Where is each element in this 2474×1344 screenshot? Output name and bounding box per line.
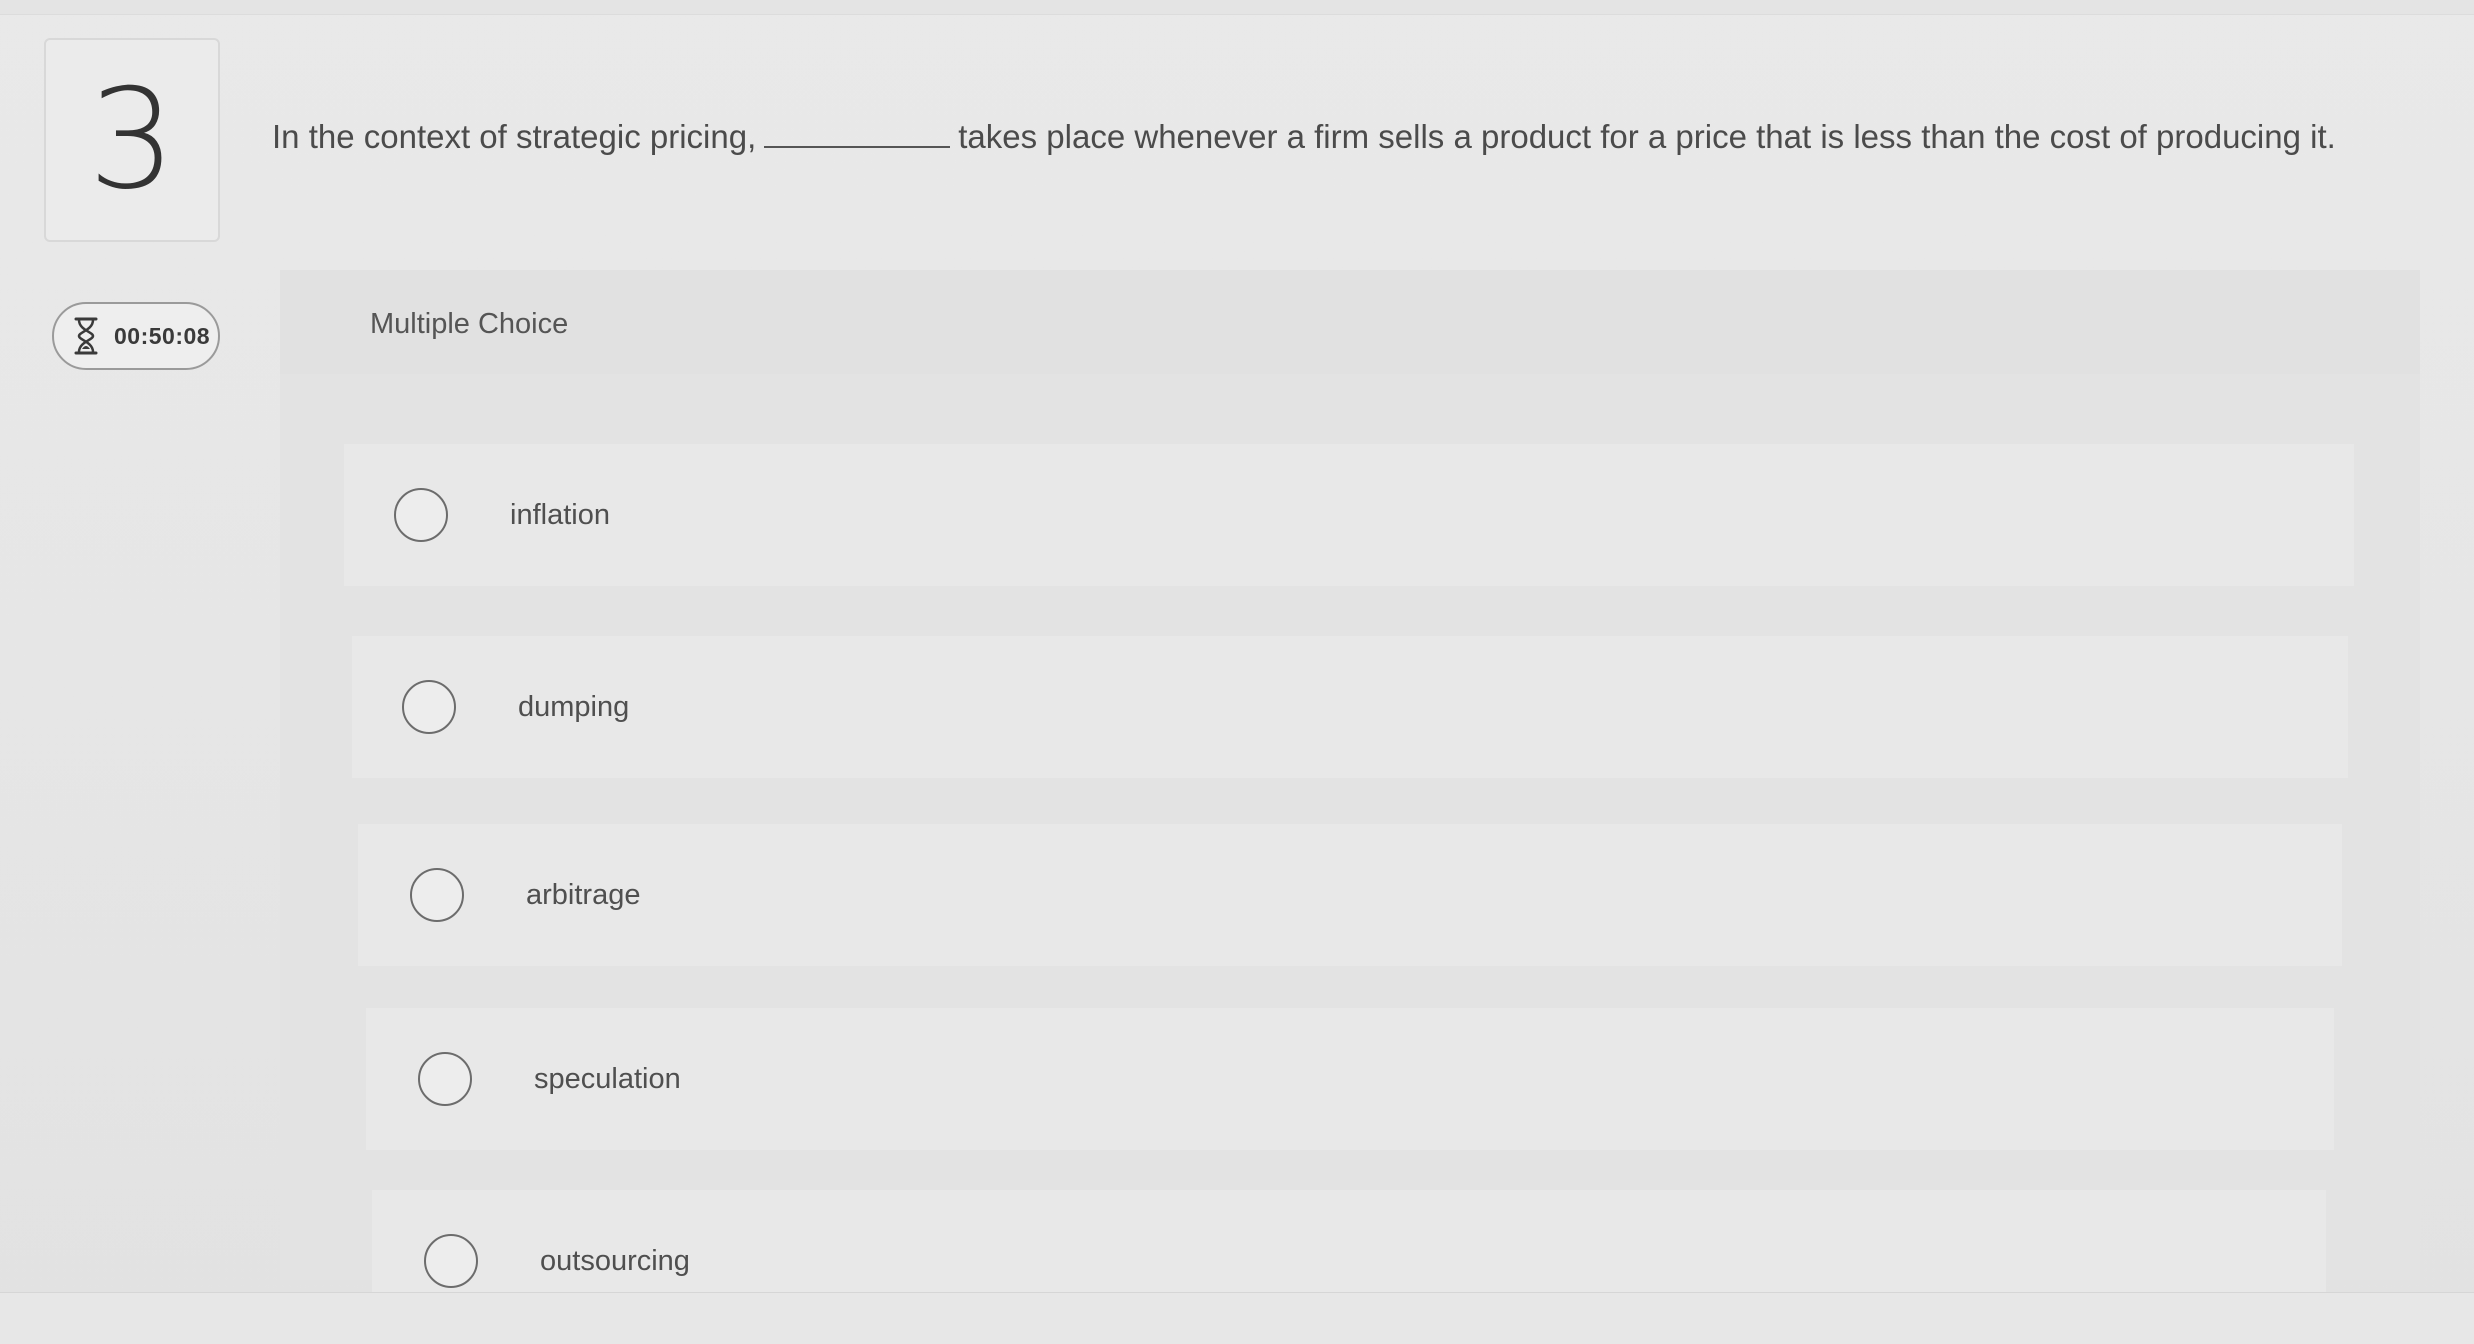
- radio-button[interactable]: [410, 868, 464, 922]
- radio-button[interactable]: [418, 1052, 472, 1106]
- option-label: inflation: [510, 498, 610, 531]
- option-label: speculation: [534, 1062, 681, 1095]
- option-dumping[interactable]: dumping: [352, 636, 2348, 778]
- question-number: 3: [88, 59, 176, 220]
- hourglass-icon: [72, 316, 100, 356]
- option-label: dumping: [518, 690, 630, 723]
- timer-value: 00:50:08: [114, 322, 211, 349]
- radio-button[interactable]: [402, 680, 456, 734]
- option-inflation[interactable]: inflation: [344, 444, 2354, 586]
- answer-blank: [764, 116, 951, 148]
- timer: 00:50:08: [52, 302, 220, 370]
- bottom-strip: [0, 1292, 2474, 1344]
- option-label: outsourcing: [540, 1244, 690, 1277]
- option-label: arbitrage: [526, 878, 641, 911]
- option-speculation[interactable]: speculation: [366, 1008, 2334, 1150]
- question-text-after: takes place whenever a firm sells a prod…: [958, 118, 2336, 155]
- question-text-before: In the context of strategic pricing,: [272, 118, 757, 155]
- top-strip: [0, 0, 2474, 15]
- page: 3 00:50:08 In the context of strategic p…: [0, 0, 2474, 1344]
- radio-button[interactable]: [394, 488, 448, 542]
- answer-type-header: [280, 270, 2420, 374]
- question-text: In the context of strategic pricing, take…: [272, 116, 2422, 156]
- radio-button[interactable]: [424, 1234, 478, 1288]
- option-arbitrage[interactable]: arbitrage: [358, 824, 2342, 966]
- answer-type-label: Multiple Choice: [370, 308, 569, 340]
- question-number-box: 3: [44, 38, 220, 242]
